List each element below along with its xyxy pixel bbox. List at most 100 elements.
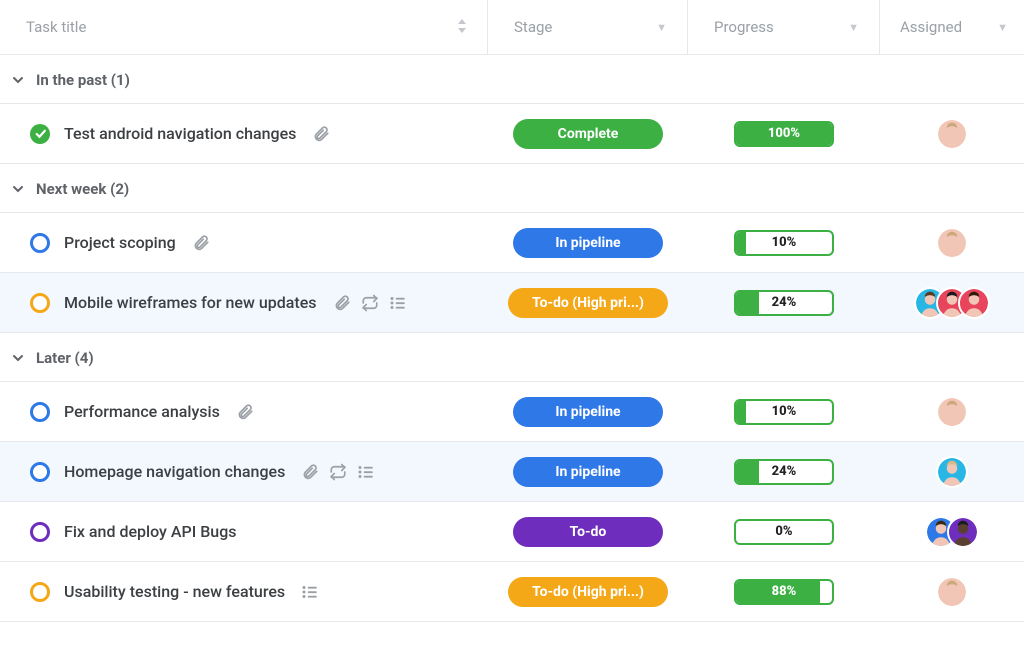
avatar[interactable] bbox=[936, 396, 968, 428]
group-label: Next week (2) bbox=[36, 180, 129, 198]
task-title[interactable]: Homepage navigation changes bbox=[64, 462, 285, 481]
status-circle-icon[interactable] bbox=[30, 462, 50, 482]
chevron-down-icon[interactable]: ▼ bbox=[656, 21, 667, 34]
task-title-cell: Homepage navigation changes bbox=[0, 442, 488, 501]
avatar-stack bbox=[936, 576, 968, 608]
group-header[interactable]: In the past (1) bbox=[0, 55, 1024, 104]
repeat-icon[interactable] bbox=[361, 294, 379, 312]
stage-cell: In pipeline bbox=[488, 382, 688, 441]
status-complete-icon[interactable] bbox=[30, 124, 50, 144]
avatar[interactable] bbox=[936, 576, 968, 608]
progress-label: 100% bbox=[736, 123, 832, 145]
avatar-stack bbox=[936, 227, 968, 259]
stage-badge[interactable]: In pipeline bbox=[513, 397, 663, 427]
col-assigned[interactable]: Assigned ▼ bbox=[880, 0, 1024, 54]
assigned-cell bbox=[880, 502, 1024, 561]
progress-cell: 0% bbox=[688, 502, 880, 561]
avatar[interactable] bbox=[936, 456, 968, 488]
chevron-down-icon[interactable] bbox=[10, 181, 26, 197]
chevron-down-icon[interactable]: ▼ bbox=[848, 21, 859, 34]
avatar[interactable] bbox=[936, 118, 968, 150]
stage-cell: To-do (High pri...) bbox=[488, 562, 688, 621]
attachment-icon[interactable] bbox=[192, 234, 210, 252]
status-circle-icon[interactable] bbox=[30, 582, 50, 602]
group-header[interactable]: Later (4) bbox=[0, 333, 1024, 382]
stage-badge[interactable]: In pipeline bbox=[513, 457, 663, 487]
progress-label: 10% bbox=[736, 232, 832, 254]
task-title[interactable]: Project scoping bbox=[64, 233, 176, 252]
attachment-icon[interactable] bbox=[333, 294, 351, 312]
progress-label: 24% bbox=[736, 292, 832, 314]
assigned-cell bbox=[880, 382, 1024, 441]
progress-cell: 24% bbox=[688, 273, 880, 332]
task-title-cell: Test android navigation changes bbox=[0, 104, 488, 163]
table-row[interactable]: Mobile wireframes for new updates To-do (… bbox=[0, 273, 1024, 333]
chevron-down-icon[interactable]: ▼ bbox=[997, 21, 1008, 34]
table-row[interactable]: Test android navigation changes Complete 1… bbox=[0, 104, 1024, 164]
progress-cell: 24% bbox=[688, 442, 880, 501]
progress-bar[interactable]: 10% bbox=[734, 399, 834, 425]
attachment-icon[interactable] bbox=[301, 463, 319, 481]
progress-bar[interactable]: 0% bbox=[734, 519, 834, 545]
task-title-cell: Mobile wireframes for new updates bbox=[0, 273, 488, 332]
progress-cell: 100% bbox=[688, 104, 880, 163]
task-title-cell: Performance analysis bbox=[0, 382, 488, 441]
progress-bar[interactable]: 24% bbox=[734, 459, 834, 485]
stage-cell: Complete bbox=[488, 104, 688, 163]
progress-bar[interactable]: 24% bbox=[734, 290, 834, 316]
attachment-icon[interactable] bbox=[312, 125, 330, 143]
progress-cell: 10% bbox=[688, 213, 880, 272]
status-circle-icon[interactable] bbox=[30, 293, 50, 313]
progress-bar[interactable]: 10% bbox=[734, 230, 834, 256]
stage-cell: To-do bbox=[488, 502, 688, 561]
task-title[interactable]: Usability testing - new features bbox=[64, 582, 285, 601]
col-stage[interactable]: Stage ▼ bbox=[488, 0, 688, 54]
progress-bar[interactable]: 88% bbox=[734, 579, 834, 605]
avatar[interactable] bbox=[958, 287, 990, 319]
stage-badge[interactable]: In pipeline bbox=[513, 228, 663, 258]
table-row[interactable]: Performance analysis In pipeline 10% bbox=[0, 382, 1024, 442]
avatar[interactable] bbox=[936, 227, 968, 259]
list-icon[interactable] bbox=[357, 463, 375, 481]
chevron-down-icon[interactable] bbox=[10, 72, 26, 88]
stage-badge[interactable]: Complete bbox=[513, 119, 663, 149]
table-row[interactable]: Homepage navigation changes In pipeline 24… bbox=[0, 442, 1024, 502]
col-task-title[interactable]: Task title bbox=[0, 0, 488, 54]
list-icon[interactable] bbox=[389, 294, 407, 312]
task-meta-icons bbox=[301, 583, 319, 601]
list-icon[interactable] bbox=[301, 583, 319, 601]
table-row[interactable]: Usability testing - new features To-do (H… bbox=[0, 562, 1024, 622]
repeat-icon[interactable] bbox=[329, 463, 347, 481]
table-row[interactable]: Project scoping In pipeline 10% bbox=[0, 213, 1024, 273]
stage-cell: In pipeline bbox=[488, 442, 688, 501]
task-table: Task title Stage ▼ Progress ▼ Assigned ▼… bbox=[0, 0, 1024, 622]
task-title-cell: Fix and deploy API Bugs bbox=[0, 502, 488, 561]
stage-badge[interactable]: To-do (High pri...) bbox=[508, 288, 668, 318]
sort-icon[interactable] bbox=[457, 19, 467, 36]
task-meta-icons bbox=[301, 463, 375, 481]
progress-bar[interactable]: 100% bbox=[734, 121, 834, 147]
assigned-cell bbox=[880, 104, 1024, 163]
assigned-cell bbox=[880, 273, 1024, 332]
assigned-cell bbox=[880, 213, 1024, 272]
task-title-cell: Usability testing - new features bbox=[0, 562, 488, 621]
avatar[interactable] bbox=[947, 516, 979, 548]
col-progress[interactable]: Progress ▼ bbox=[688, 0, 880, 54]
group-header[interactable]: Next week (2) bbox=[0, 164, 1024, 213]
stage-badge[interactable]: To-do bbox=[513, 517, 663, 547]
task-meta-icons bbox=[333, 294, 407, 312]
task-title[interactable]: Fix and deploy API Bugs bbox=[64, 522, 237, 541]
status-circle-icon[interactable] bbox=[30, 402, 50, 422]
stage-badge[interactable]: To-do (High pri...) bbox=[508, 577, 668, 607]
progress-cell: 88% bbox=[688, 562, 880, 621]
table-row[interactable]: Fix and deploy API Bugs To-do 0% bbox=[0, 502, 1024, 562]
attachment-icon[interactable] bbox=[236, 403, 254, 421]
status-circle-icon[interactable] bbox=[30, 522, 50, 542]
col-label: Progress bbox=[714, 18, 774, 36]
chevron-down-icon[interactable] bbox=[10, 350, 26, 366]
task-title[interactable]: Performance analysis bbox=[64, 402, 220, 421]
status-circle-icon[interactable] bbox=[30, 233, 50, 253]
task-title[interactable]: Test android navigation changes bbox=[64, 124, 296, 143]
task-title[interactable]: Mobile wireframes for new updates bbox=[64, 293, 317, 312]
avatar-stack bbox=[936, 396, 968, 428]
